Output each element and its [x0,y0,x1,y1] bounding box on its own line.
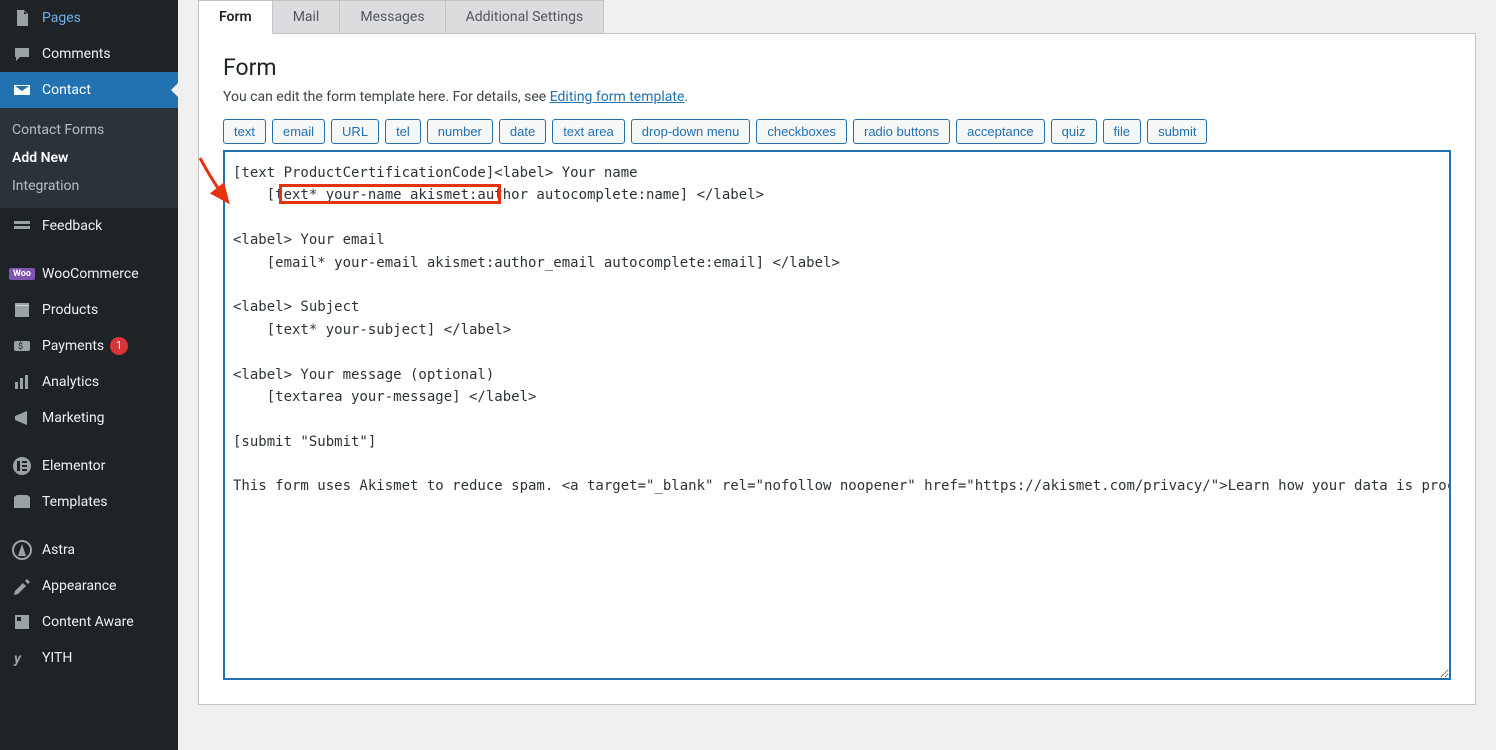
hint-suffix: . [684,89,688,105]
tag-btn-text[interactable]: text [223,119,266,144]
sidebar-item-label: Content Aware [42,614,134,630]
tag-btn-number[interactable]: number [427,119,493,144]
sidebar-item-astra[interactable]: Astra [0,532,178,568]
comments-icon [12,44,32,64]
hint-prefix: You can edit the form template here. For… [223,89,550,105]
sidebar-item-label: Products [42,302,98,318]
sidebar-submenu-contact: Contact Forms Add New Integration [0,108,178,208]
sidebar-item-analytics[interactable]: Analytics [0,364,178,400]
sidebar-item-label: Comments [42,46,111,62]
tag-btn-textarea[interactable]: text area [552,119,625,144]
sidebar-item-feedback[interactable]: Feedback [0,208,178,244]
sidebar-item-label: Templates [42,494,108,510]
sidebar-item-label: Marketing [42,410,105,426]
pages-icon [12,8,32,28]
templates-icon [12,492,32,512]
sidebar-sub-contact-forms[interactable]: Contact Forms [0,116,178,144]
sidebar-item-marketing[interactable]: Marketing [0,400,178,436]
yith-icon: y [12,648,32,668]
tag-btn-tel[interactable]: tel [385,119,421,144]
sidebar-item-label: Contact [42,82,91,98]
sidebar-item-label: Astra [42,542,75,558]
admin-sidebar: Pages Comments Contact Contact Forms Add… [0,0,178,750]
main-content: Form Mail Messages Additional Settings F… [178,0,1496,750]
tag-buttons-row: text email URL tel number date text area… [223,119,1451,144]
woo-icon: Woo [12,264,32,284]
tab-mail[interactable]: Mail [273,0,341,33]
sidebar-item-contact[interactable]: Contact [0,72,178,108]
tag-btn-checkboxes[interactable]: checkboxes [756,119,847,144]
sidebar-item-label: Analytics [42,374,99,390]
sidebar-item-label: YITH [42,650,72,666]
sidebar-item-comments[interactable]: Comments [0,36,178,72]
sidebar-item-payments[interactable]: $ Payments 1 [0,328,178,364]
sidebar-item-pages[interactable]: Pages [0,0,178,36]
payments-badge: 1 [110,337,128,355]
payments-icon: $ [12,336,32,356]
sidebar-item-elementor[interactable]: Elementor [0,448,178,484]
svg-text:$: $ [18,341,23,352]
tab-additional-settings[interactable]: Additional Settings [446,0,605,33]
sidebar-item-contentaware[interactable]: Content Aware [0,604,178,640]
tab-form[interactable]: Form [198,0,273,34]
marketing-icon [12,408,32,428]
svg-text:y: y [13,651,22,667]
sidebar-sub-integration[interactable]: Integration [0,172,178,200]
sidebar-item-label: WooCommerce [42,266,139,282]
sidebar-item-products[interactable]: Products [0,292,178,328]
link-editing-template[interactable]: Editing form template [550,89,685,105]
elementor-icon [12,456,32,476]
sidebar-item-label: Elementor [42,458,105,474]
sidebar-item-label: Appearance [42,578,116,594]
tag-btn-date[interactable]: date [499,119,546,144]
tag-btn-radio[interactable]: radio buttons [853,119,950,144]
appearance-icon [12,576,32,596]
tag-btn-email[interactable]: email [272,119,325,144]
sidebar-item-label: Payments [42,338,104,354]
analytics-icon [12,372,32,392]
sidebar-sub-add-new[interactable]: Add New [0,144,178,172]
sidebar-item-yith[interactable]: y YITH [0,640,178,676]
panel-hint: You can edit the form template here. For… [223,89,1451,105]
form-template-textarea[interactable] [223,150,1451,680]
contact-icon [12,80,32,100]
sidebar-item-appearance[interactable]: Appearance [0,568,178,604]
sidebar-item-templates[interactable]: Templates [0,484,178,520]
sidebar-item-woocommerce[interactable]: Woo WooCommerce [0,256,178,292]
feedback-icon [12,216,32,236]
form-panel: Form You can edit the form template here… [198,33,1476,705]
contentaware-icon [12,612,32,632]
tag-btn-acceptance[interactable]: acceptance [956,119,1045,144]
panel-heading: Form [223,54,1451,81]
products-icon [12,300,32,320]
sidebar-item-label: Pages [42,10,81,26]
astra-icon [12,540,32,560]
tag-btn-submit[interactable]: submit [1147,119,1207,144]
tab-messages[interactable]: Messages [340,0,445,33]
editor-tabs: Form Mail Messages Additional Settings [198,0,1476,33]
sidebar-item-label: Feedback [42,218,102,234]
tag-btn-url[interactable]: URL [331,119,379,144]
tag-btn-file[interactable]: file [1103,119,1142,144]
tag-btn-quiz[interactable]: quiz [1051,119,1097,144]
tag-btn-dropdown[interactable]: drop-down menu [631,119,751,144]
